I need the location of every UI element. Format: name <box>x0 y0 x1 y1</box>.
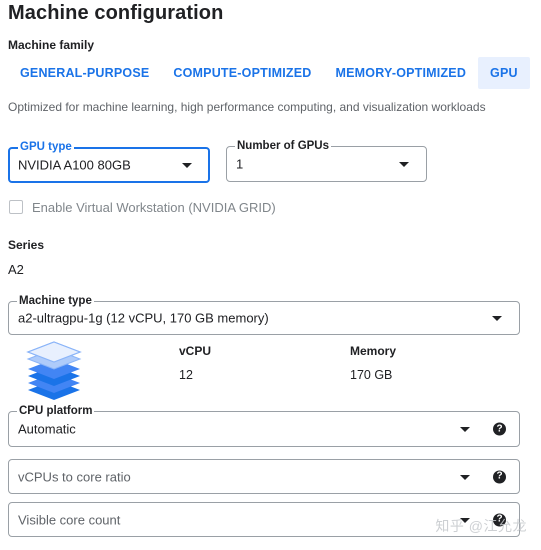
cpu-platform-value: Automatic <box>18 421 76 437</box>
machine-family-label: Machine family <box>8 38 95 52</box>
machine-type-select[interactable]: Machine type a2-ultragpu-1g (12 vCPU, 17… <box>8 294 520 335</box>
gpu-type-select[interactable]: GPU type NVIDIA A100 80GB <box>8 140 210 183</box>
visible-core-count-placeholder: Visible core count <box>18 512 121 527</box>
chevron-down-icon <box>492 316 502 321</box>
stacked-layers-icon <box>25 340 83 402</box>
vcpu-value: 12 <box>179 368 193 382</box>
machine-type-value: a2-ultragpu-1g (12 vCPU, 170 GB memory) <box>18 310 269 326</box>
help-icon[interactable]: ? <box>493 422 506 436</box>
help-icon[interactable]: ? <box>493 470 506 483</box>
gpu-type-value: NVIDIA A100 80GB <box>18 157 131 173</box>
vcpu-ratio-placeholder: vCPUs to core ratio <box>18 469 131 484</box>
memory-header: Memory <box>350 344 397 358</box>
tab-memory-optimized[interactable]: MEMORY-OPTIMIZED <box>324 57 479 89</box>
gpu-count-value: 1 <box>236 156 244 172</box>
chevron-down-icon <box>399 162 409 167</box>
cpu-platform-label: CPU platform <box>17 404 95 418</box>
page-title: Machine configuration <box>8 2 224 24</box>
tab-general-purpose[interactable]: GENERAL-PURPOSE <box>8 57 161 89</box>
watermark: 知乎 @江允龙 <box>435 518 527 534</box>
cpu-platform-select[interactable]: CPU platform Automatic ? <box>8 404 520 447</box>
gpu-type-label: GPU type <box>18 140 74 154</box>
family-description: Optimized for machine learning, high per… <box>8 100 486 114</box>
virtual-workstation-label: Enable Virtual Workstation (NVIDIA GRID) <box>32 200 276 215</box>
series-label: Series <box>8 238 45 252</box>
chevron-down-icon <box>460 427 470 432</box>
machine-type-label: Machine type <box>17 294 94 308</box>
chevron-down-icon <box>460 474 470 480</box>
tab-gpu[interactable]: GPU <box>478 57 530 89</box>
virtual-workstation-checkbox[interactable] <box>9 200 23 214</box>
gpu-count-label: Number of GPUs <box>235 139 332 153</box>
vcpu-ratio-select[interactable]: vCPUs to core ratio ? <box>8 459 520 494</box>
chevron-down-icon <box>182 163 192 168</box>
gpu-count-select[interactable]: Number of GPUs 1 <box>226 139 427 182</box>
memory-value: 170 GB <box>350 368 393 382</box>
tab-compute-optimized[interactable]: COMPUTE-OPTIMIZED <box>161 57 323 89</box>
machine-family-tabs: GENERAL-PURPOSE COMPUTE-OPTIMIZED MEMORY… <box>8 57 530 89</box>
vcpu-header: vCPU <box>179 344 212 358</box>
series-value: A2 <box>8 262 24 277</box>
